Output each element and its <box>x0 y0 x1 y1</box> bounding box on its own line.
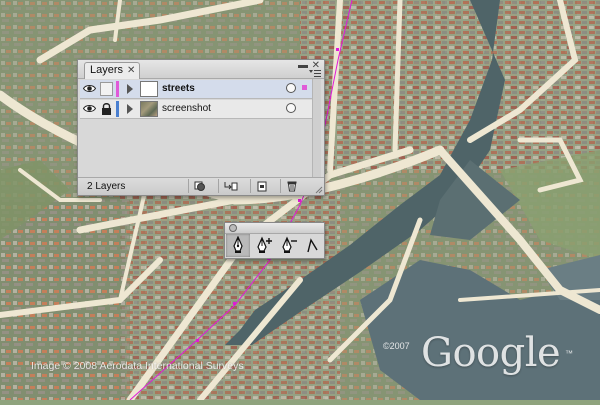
convert-anchor-point-icon <box>307 238 318 253</box>
copyright-text: ©2007 <box>383 341 410 351</box>
trash-icon <box>287 181 297 192</box>
resize-grip-icon[interactable] <box>315 186 323 194</box>
sublayer-icon <box>224 182 238 191</box>
layer-name[interactable]: screenshot <box>162 103 211 114</box>
delete-anchor-point-tool-button[interactable] <box>276 234 300 257</box>
layers-panel: Layers ✕ ▬ ✕ streets screenshot 2 Layers <box>77 59 325 196</box>
trademark-symbol: ™ <box>565 349 573 358</box>
create-new-layer-button[interactable] <box>250 179 273 193</box>
google-logo: Google <box>421 330 561 376</box>
create-sublayer-button[interactable] <box>218 179 241 193</box>
layer-row-streets[interactable]: streets <box>80 80 312 99</box>
image-attribution: Image © 2008 Aerodata International Surv… <box>31 360 244 372</box>
lock-toggle-empty[interactable] <box>100 82 113 96</box>
layer-target-icon[interactable] <box>286 103 296 113</box>
panel-menu-icon[interactable] <box>309 69 321 78</box>
layers-tab[interactable]: Layers ✕ <box>84 62 141 79</box>
visibility-eye-icon[interactable] <box>83 104 96 113</box>
lock-icon[interactable] <box>101 102 112 116</box>
layers-scrollbar[interactable] <box>312 79 321 177</box>
make-clipping-mask-button[interactable] <box>188 179 211 193</box>
panel-minimize-icon[interactable]: ▬ <box>298 60 308 71</box>
layer-thumbnail <box>140 81 158 97</box>
layer-color-swatch <box>116 81 119 97</box>
selection-indicator[interactable] <box>302 85 307 90</box>
layer-thumbnail <box>140 101 158 117</box>
layer-name[interactable]: streets <box>162 83 195 94</box>
layer-count: 2 Layers <box>87 181 126 192</box>
delete-layer-button[interactable] <box>280 179 303 193</box>
delete-anchor-point-icon <box>282 236 297 253</box>
layers-tab-label: Layers <box>90 64 124 76</box>
pen-tool-icon <box>233 236 243 253</box>
panel-tab-bar: Layers ✕ ▬ ✕ <box>78 60 324 79</box>
layers-panel-footer: 2 Layers <box>78 177 324 195</box>
pen-tool-button[interactable] <box>226 234 250 257</box>
add-anchor-point-tool-button[interactable] <box>251 234 275 257</box>
layer-color-swatch <box>116 101 119 117</box>
visibility-eye-icon[interactable] <box>83 84 96 93</box>
tab-close-icon[interactable]: ✕ <box>127 65 135 76</box>
expand-triangle-icon[interactable] <box>127 104 133 114</box>
expand-triangle-icon[interactable] <box>127 84 133 94</box>
clipping-mask-icon <box>194 181 205 191</box>
add-anchor-point-icon <box>257 236 272 253</box>
flyout-title-bar[interactable] <box>225 223 324 234</box>
pen-tool-flyout <box>224 222 325 259</box>
convert-anchor-point-tool-button[interactable] <box>301 234 325 257</box>
layer-row-screenshot[interactable]: screenshot <box>80 100 312 119</box>
layer-target-icon[interactable] <box>286 83 296 93</box>
flyout-close-icon[interactable] <box>229 224 237 232</box>
new-layer-icon <box>257 181 267 192</box>
